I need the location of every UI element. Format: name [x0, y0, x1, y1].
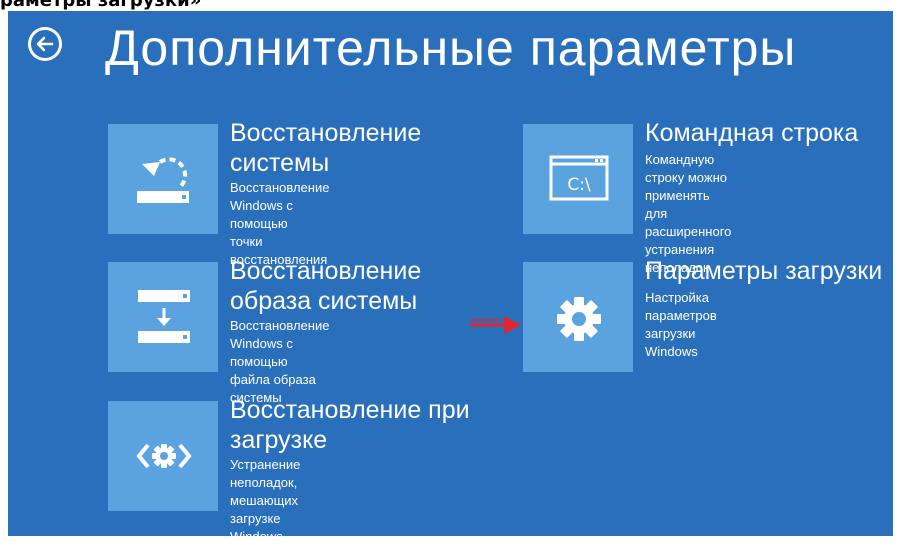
command-prompt-icon: C:\ [549, 155, 609, 201]
command-prompt-icon-text: C:\ [567, 175, 591, 195]
page-title: Дополнительные параметры [105, 20, 797, 76]
startup-repair-description: Устранение неполадок, мешающих загрузке … [230, 457, 301, 544]
system-restore-icon-box [108, 124, 218, 234]
system-restore-title: Восстановление системы [230, 119, 422, 177]
startup-repair-icon-box [108, 401, 218, 511]
system-image-recovery-title: Восстановление образа системы [230, 257, 422, 315]
command-prompt-title: Командная строка [645, 119, 859, 147]
system-image-recovery-description: Восстановление Windows с помощью файла о… [230, 318, 330, 405]
advanced-options-screen: Дополнительные параметры Восстановление … [8, 11, 893, 544]
startup-settings-description: Настройка параметров загрузки Windows [645, 290, 717, 359]
system-image-recovery-icon [138, 290, 190, 343]
back-arrow-icon [36, 36, 54, 52]
startup-repair-title: Восстановление при загрузке [230, 396, 470, 454]
command-prompt-icon-box: C:\ [523, 124, 633, 234]
startup-settings-icon-box [523, 262, 633, 372]
back-button[interactable] [28, 27, 62, 61]
startup-settings-title: Параметры загрузки [645, 257, 883, 285]
startup-repair-icon [136, 443, 192, 469]
gear-icon [557, 297, 601, 341]
system-restore-icon [137, 157, 189, 203]
page-caption: раметры загрузки» [0, 0, 202, 11]
red-arrow-icon [470, 316, 521, 334]
system-image-recovery-icon-box [108, 262, 218, 372]
